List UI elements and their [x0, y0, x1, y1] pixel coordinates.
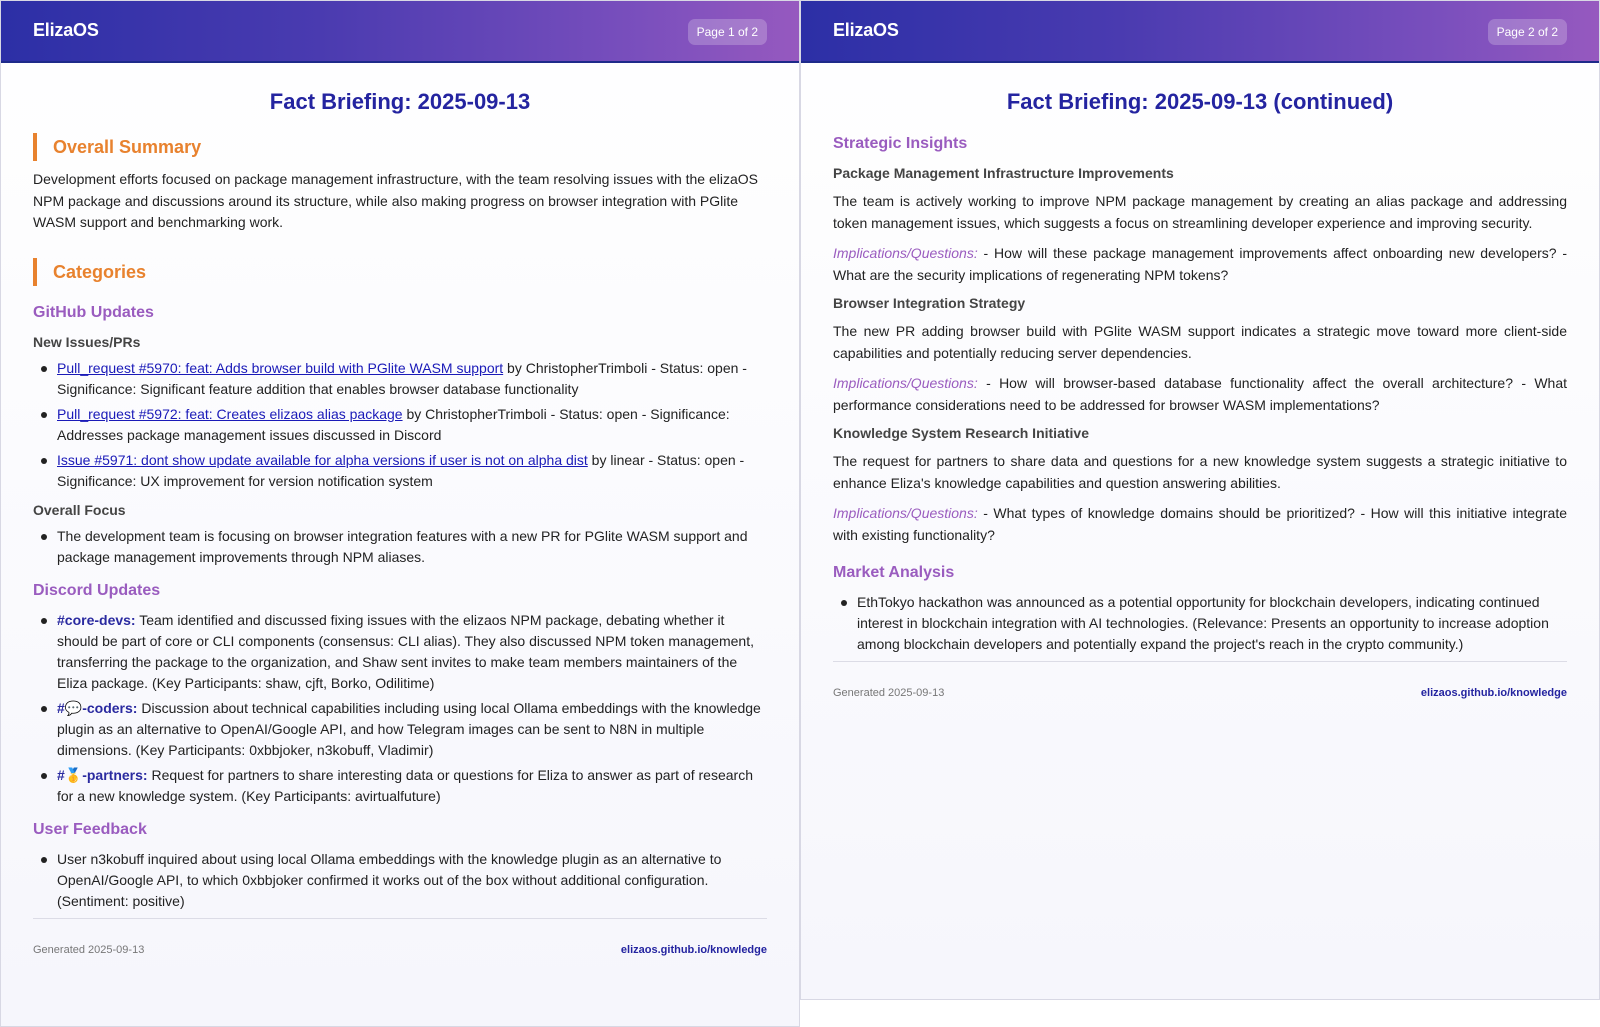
page-footer: Generated 2025-09-13 elizaos.github.io/k… [833, 662, 1567, 699]
user-feedback-heading: User Feedback [33, 820, 147, 838]
discord-updates-heading: Discord Updates [33, 581, 161, 599]
list-item: EthTokyo hackathon was announced as a po… [833, 592, 1567, 655]
channel-coders: #💬-coders: [57, 699, 138, 716]
implications-paragraph: Implications/Questions: - How will brows… [833, 373, 1567, 416]
page-footer: Generated 2025-09-13 elizaos.github.io/k… [33, 919, 767, 956]
overall-summary-text: Development efforts focused on package m… [33, 171, 759, 230]
implications-label: Implications/Questions: [833, 505, 978, 521]
implications-label: Implications/Questions: [833, 375, 978, 391]
list-item: User n3kobuff inquired about using local… [33, 849, 767, 912]
list-item-text: Team identified and discussed fixing iss… [57, 611, 754, 691]
insight-text: The request for partners to share data a… [833, 453, 1567, 491]
list-item: Issue #5971: dont show update available … [33, 450, 767, 492]
list-item: #💬-coders: Discussion about technical ca… [33, 698, 767, 761]
channel-partners: #🥇-partners: [57, 766, 148, 783]
list-item: #🥇-partners: Request for partners to sha… [33, 765, 767, 807]
categories-heading: Categories [33, 257, 767, 286]
page-title: Fact Briefing: 2025-09-13 (continued) [1006, 89, 1394, 114]
pr-5970-link[interactable]: Pull_request #5970: feat: Adds browser b… [57, 360, 503, 376]
list-item-text: Discussion about technical capabilities … [57, 699, 761, 758]
implications-paragraph: Implications/Questions: - What types of … [833, 503, 1567, 546]
page-title: Fact Briefing: 2025-09-13 [269, 89, 531, 114]
insight-heading: Package Management Infrastructure Improv… [833, 165, 1174, 181]
generated-date: Generated 2025-09-13 [33, 943, 145, 956]
discord-items-list: #core-devs: Team identified and discusse… [33, 610, 767, 807]
insight-text: The new PR adding browser build with PGl… [833, 323, 1567, 361]
list-item: #core-devs: Team identified and discusse… [33, 610, 767, 694]
strategic-insights-heading: Strategic Insights [833, 135, 968, 152]
brand-logo: ElizaOS [33, 20, 99, 40]
focus-list: The development team is focusing on brow… [33, 526, 767, 568]
insight-heading: Browser Integration Strategy [833, 295, 1026, 311]
footer-site-link[interactable]: elizaos.github.io/knowledge [1421, 687, 1567, 699]
insight-heading: Knowledge System Research Initiative [833, 425, 1089, 441]
feedback-list: User n3kobuff inquired about using local… [33, 849, 767, 912]
list-item-text: Request for partners to share interestin… [57, 766, 753, 804]
page-1: ElizaOS Page 1 of 2 Fact Briefing: 2025-… [0, 0, 800, 1027]
github-updates-heading: GitHub Updates [33, 303, 154, 321]
overall-summary-heading: Overall Summary [33, 133, 767, 161]
overall-focus-heading: Overall Focus [33, 501, 126, 518]
github-items-list: Pull_request #5970: feat: Adds browser b… [33, 358, 767, 492]
implications-paragraph: Implications/Questions: - How will these… [833, 243, 1567, 286]
channel-core-devs: #core-devs: [57, 611, 136, 628]
list-item: The development team is focusing on brow… [33, 526, 767, 568]
insight-text: The team is actively working to improve … [833, 193, 1567, 231]
market-analysis-heading: Market Analysis [833, 564, 955, 581]
issue-5971-link[interactable]: Issue #5971: dont show update available … [57, 452, 588, 468]
page-header: ElizaOS Page 1 of 2 [1, 1, 799, 63]
page-indicator-badge: Page 2 of 2 [1487, 19, 1567, 45]
implications-label: Implications/Questions: [833, 245, 978, 261]
page-indicator-badge: Page 1 of 2 [687, 19, 767, 45]
new-issues-heading: New Issues/PRs [33, 333, 141, 350]
brand-logo: ElizaOS [833, 20, 899, 40]
list-item: Pull_request #5970: feat: Adds browser b… [33, 358, 767, 400]
footer-site-link[interactable]: elizaos.github.io/knowledge [621, 944, 767, 956]
page-header: ElizaOS Page 2 of 2 [801, 1, 1599, 63]
page-2: ElizaOS Page 2 of 2 Fact Briefing: 2025-… [800, 0, 1600, 1000]
generated-date: Generated 2025-09-13 [833, 687, 945, 699]
pr-5972-link[interactable]: Pull_request #5972: feat: Creates elizao… [57, 406, 403, 422]
market-list: EthTokyo hackathon was announced as a po… [833, 592, 1567, 655]
list-item: Pull_request #5972: feat: Creates elizao… [33, 404, 767, 446]
